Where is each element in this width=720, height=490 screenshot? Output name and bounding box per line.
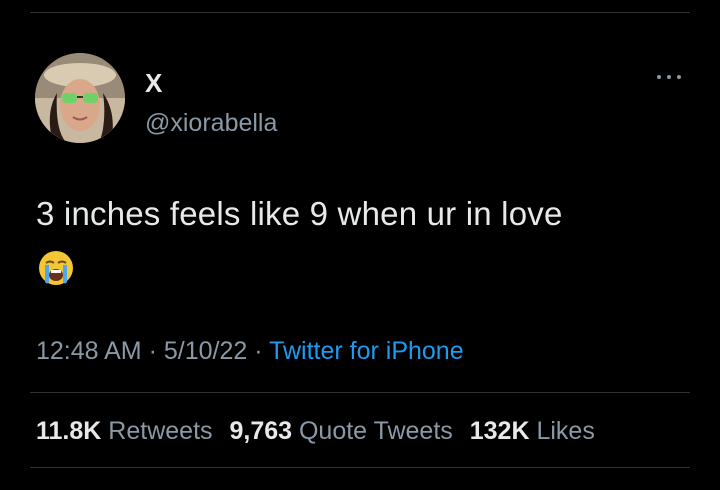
retweets-stat[interactable]: 11.8K Retweets — [36, 417, 213, 445]
divider — [30, 467, 690, 468]
meta-separator: · — [148, 337, 157, 365]
divider — [30, 392, 690, 393]
likes-stat[interactable]: 132K Likes — [470, 417, 595, 445]
quote-tweets-count: 9,763 — [229, 417, 293, 445]
likes-label: Likes — [536, 417, 595, 445]
tweet-date: 5/10/22 — [163, 337, 248, 365]
tweet-time: 12:48 AM — [36, 337, 142, 365]
retweets-label: Retweets — [108, 417, 213, 445]
display-name[interactable]: X — [145, 68, 162, 99]
more-horizontal-icon[interactable] — [654, 72, 684, 82]
user-handle[interactable]: @xiorabella — [145, 109, 277, 138]
tweet-source-link[interactable]: Twitter for iPhone — [269, 337, 464, 365]
avatar-image — [35, 53, 125, 143]
quote-tweets-label: Quote Tweets — [298, 417, 453, 445]
loudly-crying-face-icon — [36, 248, 76, 288]
tweet-stats: 11.8K Retweets 9,763 Quote Tweets 132K L… — [36, 417, 605, 446]
meta-separator: · — [254, 337, 263, 365]
retweets-count: 11.8K — [36, 417, 102, 445]
quote-tweets-stat[interactable]: 9,763 Quote Tweets — [229, 417, 452, 445]
tweet-metadata: 12:48 AM · 5/10/22 · Twitter for iPhone — [36, 337, 464, 366]
tweet-text: 3 inches feels like 9 when ur in love — [36, 195, 563, 232]
top-divider — [30, 12, 690, 13]
likes-count: 132K — [469, 417, 530, 445]
avatar[interactable] — [35, 53, 125, 143]
